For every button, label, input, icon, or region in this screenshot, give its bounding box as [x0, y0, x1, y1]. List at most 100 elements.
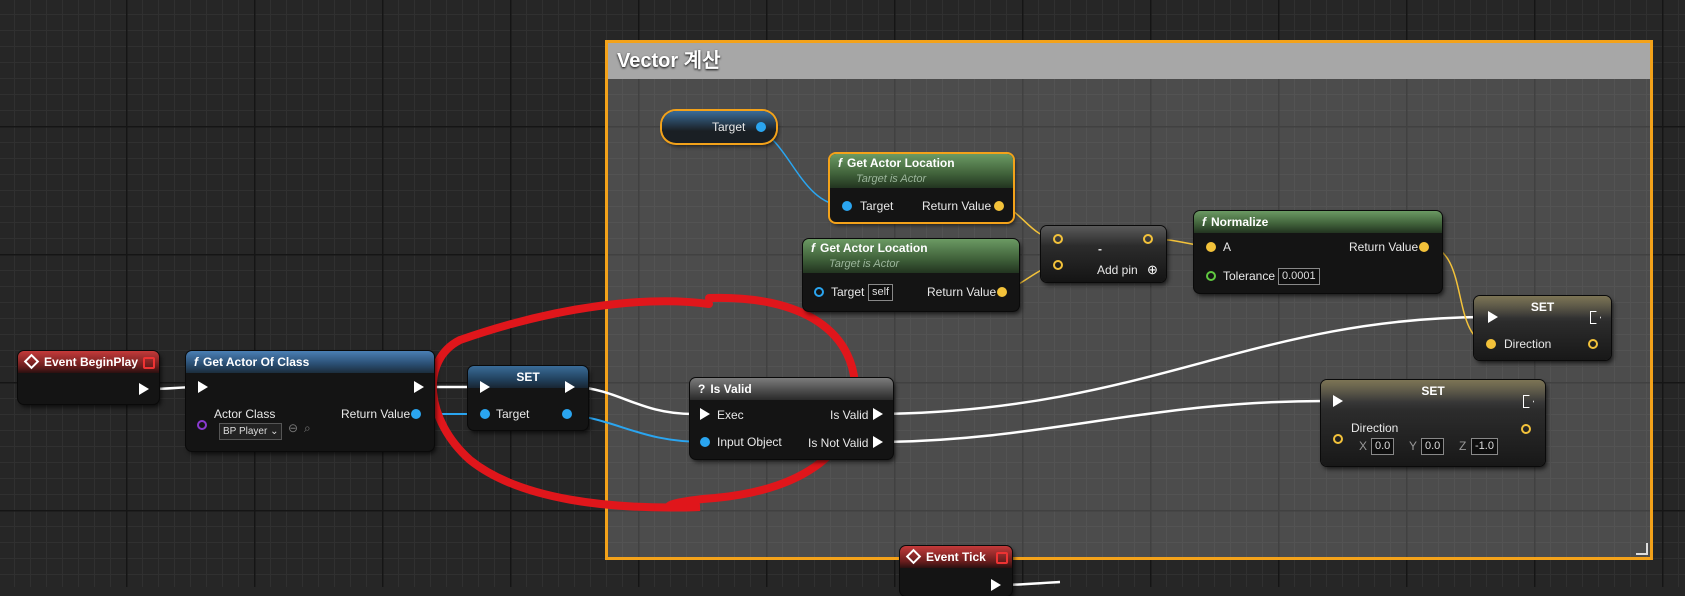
get-actor-location-1-return-label: Return Value	[922, 199, 992, 213]
browse-arrow-icon[interactable]: ⊖	[288, 421, 298, 435]
function-icon: f	[194, 355, 198, 369]
event-tick-exec-out-pin[interactable]	[991, 579, 1001, 591]
is-not-valid-label: Is Not Valid	[808, 436, 869, 450]
is-valid-header: ? Is Valid	[690, 378, 893, 400]
set-direction-2-title: SET	[1421, 384, 1445, 398]
set-direction-1-output-pin[interactable]	[1588, 339, 1598, 349]
set-target-exec-in-pin[interactable]	[480, 381, 490, 393]
normalize-a-pin[interactable]	[1206, 242, 1216, 252]
get-actor-location-2-subtitle: Target is Actor	[829, 258, 900, 270]
normalize-header: f Normalize	[1194, 211, 1442, 233]
normalize-a-label: A	[1223, 240, 1232, 254]
set-direction-2-input-pin[interactable]	[1333, 434, 1343, 444]
get-actor-location-1-target-pin[interactable]	[842, 201, 852, 211]
normalize-title: Normalize	[1211, 215, 1269, 229]
event-beginplay-node[interactable]: Event BeginPlay	[18, 351, 159, 404]
is-valid-out-label: Is Valid	[830, 408, 869, 422]
function-icon: f	[811, 241, 815, 255]
beginplay-exec-out-pin[interactable]	[139, 383, 149, 395]
x-field[interactable]: 0.0	[1371, 438, 1395, 455]
wire-exec-set-isvalid	[576, 385, 694, 416]
get-actor-location-1-title: Get Actor Location	[847, 156, 955, 170]
get-actor-location-node-2[interactable]: f Get Actor Location Target is Actor Targ…	[803, 239, 1019, 311]
get-actor-location-2-target-field[interactable]: self	[868, 284, 894, 301]
set-direction-1-input-pin[interactable]	[1486, 339, 1496, 349]
set-direction-node-2[interactable]: SET Direction X 0.0 Y 0.0 Z -1.0	[1321, 380, 1545, 466]
is-not-valid-exec-out-pin[interactable]	[873, 436, 883, 448]
actor-class-label: Actor Class	[214, 407, 276, 421]
actor-class-pin[interactable]	[197, 420, 207, 430]
event-tick-title: Event Tick	[926, 550, 986, 564]
subtract-symbol: -	[1098, 242, 1102, 256]
actor-class-dropdown[interactable]: BP Player ⌄	[219, 423, 283, 440]
add-pin-label[interactable]: Add pin	[1097, 263, 1138, 277]
function-icon: f	[1202, 215, 1206, 229]
normalize-return-pin[interactable]	[1419, 242, 1429, 252]
target-variable-output-pin[interactable]	[756, 122, 766, 132]
search-icon[interactable]: ⌕	[304, 421, 311, 436]
subtract-output-pin[interactable]	[1143, 234, 1153, 244]
get-actor-location-2-target-pin[interactable]	[814, 287, 824, 297]
event-icon	[23, 354, 40, 370]
get-actor-of-class-header: f Get Actor Of Class	[186, 351, 434, 373]
normalize-node[interactable]: f Normalize A Return Value Tolerance 0.00…	[1194, 211, 1442, 293]
is-valid-exec-out-pin[interactable]	[873, 408, 883, 420]
get-actor-of-class-return-label: Return Value	[341, 407, 411, 421]
get-actor-of-class-exec-out-pin[interactable]	[414, 381, 424, 393]
normalize-tolerance-label: Tolerance	[1223, 269, 1276, 283]
subtract-node[interactable]: - Add pin ⊕	[1041, 226, 1166, 282]
is-valid-exec-label: Exec	[717, 408, 744, 422]
get-actor-of-class-title: Get Actor Of Class	[203, 355, 310, 369]
delegate-pin-icon[interactable]	[143, 357, 155, 369]
event-icon	[905, 549, 922, 565]
event-beginplay-header: Event BeginPlay	[18, 351, 159, 373]
z-field[interactable]: -1.0	[1471, 438, 1498, 455]
set-target-input-pin[interactable]	[480, 409, 490, 419]
set-direction-1-exec-in-pin[interactable]	[1488, 311, 1498, 323]
event-tick-node[interactable]: Event Tick	[900, 546, 1012, 596]
set-target-title: SET	[516, 370, 540, 384]
get-actor-of-class-node[interactable]: f Get Actor Of Class Actor Class BP Playe…	[186, 351, 434, 451]
get-actor-location-1-target-label: Target	[860, 199, 894, 213]
z-label: Z	[1459, 439, 1467, 453]
normalize-return-label: Return Value	[1349, 240, 1419, 254]
subtract-input-b-pin[interactable]	[1053, 260, 1063, 270]
event-beginplay-title: Event BeginPlay	[44, 355, 139, 369]
set-target-label: Target	[496, 407, 530, 421]
set-direction-2-output-pin[interactable]	[1521, 424, 1531, 434]
set-target-output-pin[interactable]	[562, 409, 572, 419]
set-target-node[interactable]: SET Target	[468, 366, 588, 430]
chevron-down-icon: ⌄	[270, 426, 279, 437]
set-direction-1-title: SET	[1530, 300, 1555, 314]
get-actor-location-2-return-pin[interactable]	[997, 287, 1007, 297]
get-actor-location-1-return-pin[interactable]	[994, 201, 1004, 211]
set-direction-node-1[interactable]: SET Direction	[1474, 296, 1611, 360]
function-icon: f	[838, 156, 842, 170]
is-valid-node[interactable]: ? Is Valid Exec Is Valid Input Object Is …	[690, 378, 893, 459]
y-field[interactable]: 0.0	[1421, 438, 1445, 455]
set-target-exec-out-pin[interactable]	[565, 381, 575, 393]
question-icon: ?	[698, 382, 706, 396]
normalize-tolerance-field[interactable]: 0.0001	[1278, 268, 1320, 285]
set-direction-2-header: SET	[1321, 380, 1545, 402]
set-direction-2-exec-in-pin[interactable]	[1333, 395, 1343, 407]
y-label: Y	[1409, 439, 1418, 453]
get-actor-of-class-return-pin[interactable]	[411, 409, 421, 419]
get-actor-location-node-1[interactable]: f Get Actor Location Target is Actor Targ…	[830, 154, 1013, 222]
subtract-input-a-pin[interactable]	[1053, 234, 1063, 244]
is-valid-input-label: Input Object	[717, 435, 782, 449]
add-pin-icon[interactable]: ⊕	[1147, 262, 1158, 278]
actor-class-value: BP Player	[223, 426, 268, 437]
get-actor-of-class-exec-in-pin[interactable]	[198, 381, 208, 393]
get-actor-location-2-return-label: Return Value	[927, 285, 997, 299]
is-valid-exec-in-pin[interactable]	[700, 408, 710, 420]
delegate-pin-icon[interactable]	[996, 552, 1008, 564]
target-variable-label: Target	[712, 120, 746, 134]
normalize-tolerance-pin[interactable]	[1206, 271, 1216, 281]
is-valid-input-object-pin[interactable]	[700, 437, 710, 447]
x-label: X	[1359, 439, 1368, 453]
get-actor-location-1-subtitle: Target is Actor	[856, 173, 927, 185]
is-valid-title: Is Valid	[710, 382, 752, 396]
target-variable-node[interactable]: Target	[662, 111, 776, 143]
set-direction-2-label: Direction	[1351, 421, 1399, 435]
